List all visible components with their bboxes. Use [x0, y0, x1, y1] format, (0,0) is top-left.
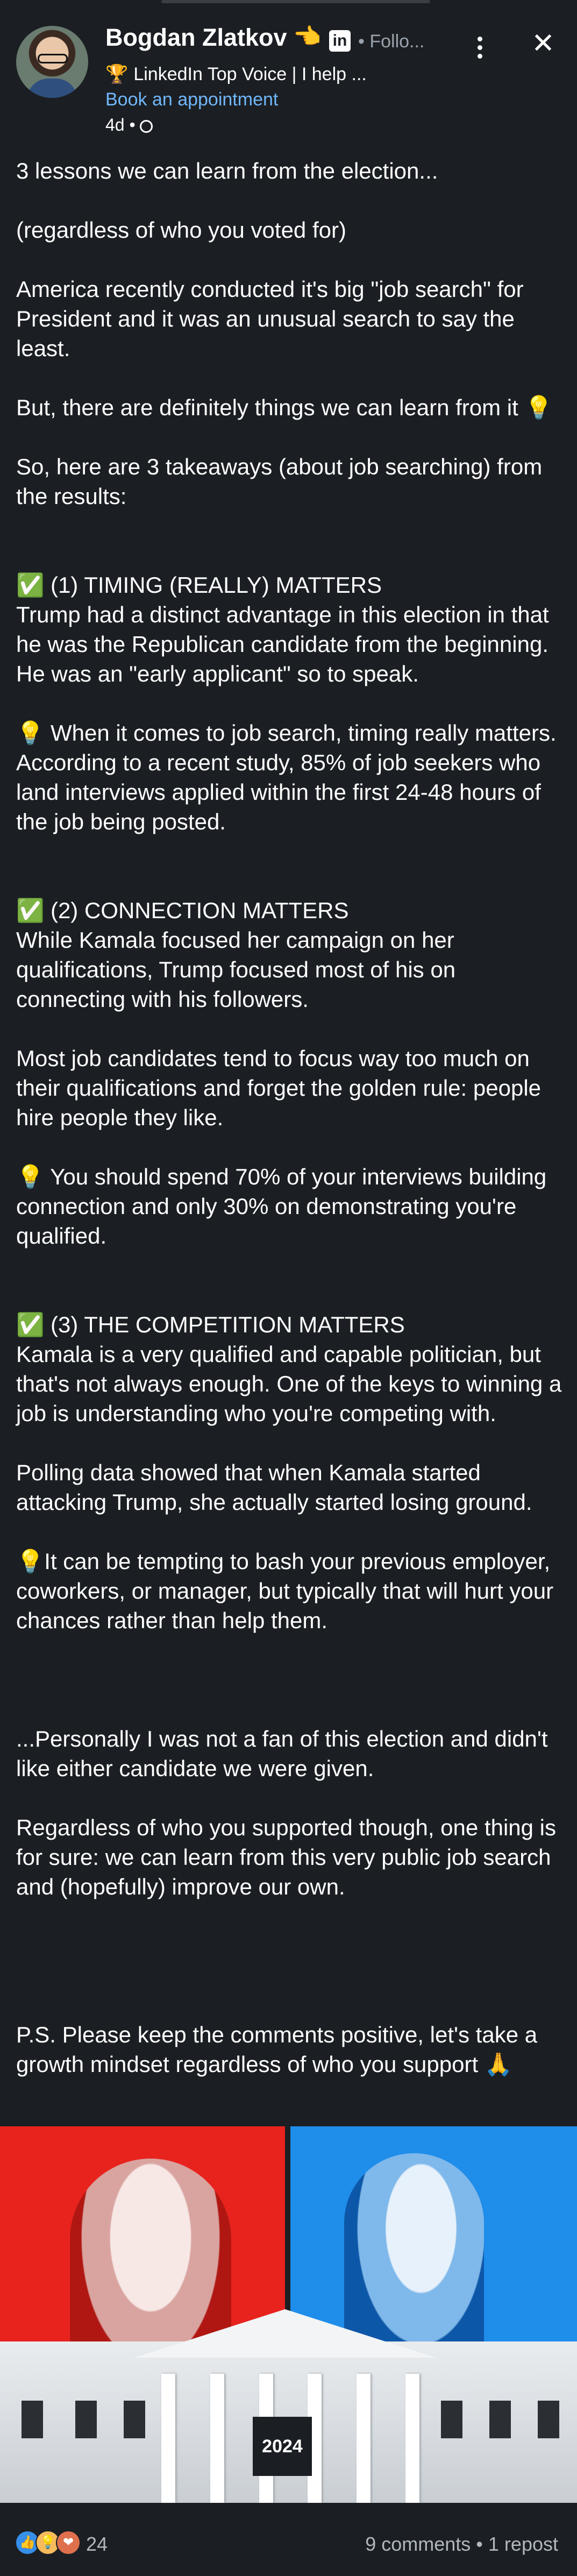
post-paragraph: P.S. Please keep the comments positive, …: [16, 2022, 544, 2077]
post-paragraph: 3 lessons we can learn from the election…: [16, 158, 438, 183]
post-paragraph: ✅ (1) TIMING (REALLY) MATTERS Trump had …: [16, 572, 549, 686]
pointing-hand-icon: 👈: [293, 24, 322, 49]
post-paragraph: Polling data showed that when Kamala sta…: [16, 1460, 532, 1515]
trophy-icon: 🏆: [105, 64, 129, 84]
post-paragraph: But, there are definitely things we can …: [16, 395, 553, 420]
love-reaction-icon: ❤: [56, 2530, 81, 2555]
post-paragraph: ✅ (2) CONNECTION MATTERS While Kamala fo…: [16, 898, 456, 1012]
white-house-illustration: 2024: [0, 2309, 577, 2503]
avatar-glasses: [38, 54, 68, 63]
year-banner: 2024: [253, 2417, 312, 2476]
follow-button[interactable]: • Follo...: [358, 31, 424, 52]
time-ago: 4d •: [105, 115, 136, 134]
drag-handle[interactable]: [161, 0, 430, 3]
reaction-count[interactable]: 24: [86, 2533, 108, 2556]
post-paragraph: (regardless of who you voted for): [16, 217, 346, 243]
post-paragraph: ✅ (3) THE COMPETITION MATTERS Kamala is …: [16, 1312, 562, 1426]
post-paragraph: America recently conducted it's big "job…: [16, 276, 530, 361]
reactions[interactable]: 👍 💡 ❤: [15, 2530, 81, 2555]
window: [489, 2401, 511, 2438]
globe-icon: [139, 120, 153, 133]
book-appointment-link[interactable]: Book an appointment: [105, 89, 278, 110]
post-paragraph: 💡 You should spend 70% of your interview…: [16, 1164, 553, 1248]
kebab-menu-icon[interactable]: [473, 37, 486, 63]
headline-text: LinkedIn Top Voice | I help ...: [133, 64, 367, 84]
post-paragraph: 💡 When it comes to job search, timing re…: [16, 720, 561, 834]
post-paragraph: Most job candidates tend to focus way to…: [16, 1046, 547, 1130]
window: [441, 2401, 462, 2438]
window: [538, 2401, 559, 2438]
post-paragraph: So, here are 3 takeaways (about job sear…: [16, 454, 548, 509]
social-counts-bar: 👍 💡 ❤ 24 9 comments • 1 repost: [0, 2503, 577, 2576]
post-header: Bogdan Zlatkov 👈 in • Follo... 🏆 LinkedIn…: [0, 0, 577, 134]
window: [75, 2401, 97, 2438]
close-icon[interactable]: ✕: [530, 30, 557, 58]
window: [124, 2401, 145, 2438]
avatar[interactable]: [16, 26, 88, 98]
post-body: 3 lessons we can learn from the election…: [16, 156, 565, 2079]
author-name[interactable]: Bogdan Zlatkov: [105, 24, 287, 52]
post-image[interactable]: 2024: [0, 2126, 577, 2503]
linkedin-icon: in: [329, 30, 351, 52]
avatar-shirt: [27, 79, 77, 98]
window: [22, 2401, 43, 2438]
post-paragraph: 💡It can be tempting to bash your previou…: [16, 1549, 560, 1633]
post-meta: 4d •: [105, 115, 153, 135]
post-paragraph: Regardless of who you supported though, …: [16, 1815, 562, 1899]
post-paragraph: ...Personally I was not a fan of this el…: [16, 1726, 554, 1781]
author-headline: 🏆 LinkedIn Top Voice | I help ...: [105, 63, 367, 85]
pediment: [134, 2309, 436, 2358]
comments-reposts-count[interactable]: 9 comments • 1 repost: [365, 2533, 558, 2556]
